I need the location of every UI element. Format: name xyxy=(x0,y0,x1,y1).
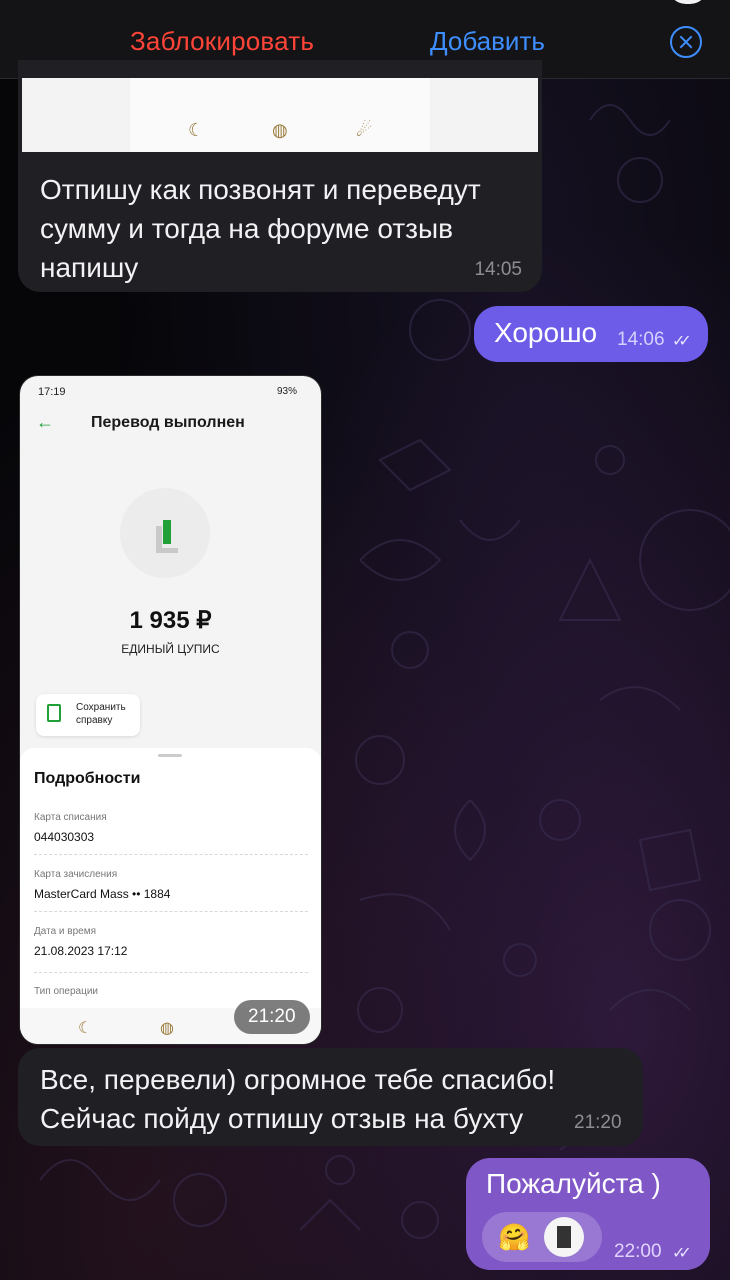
message-text: Отпишу как позвонят и переведут сумму и … xyxy=(40,174,481,283)
message-time: 14:06 xyxy=(617,329,665,350)
row-value: MasterCard Mass •• 1884 xyxy=(34,887,171,901)
comet-icon: ☄ xyxy=(356,120,373,140)
block-button[interactable]: Заблокировать xyxy=(130,26,314,57)
transfer-amount: 1 935 ₽ xyxy=(129,607,212,634)
status-indicator xyxy=(668,0,708,4)
close-icon[interactable] xyxy=(670,26,702,58)
outgoing-message[interactable]: Хорошо 14:06 ✓✓ xyxy=(474,306,708,362)
avatar xyxy=(544,1217,584,1257)
message-text: Пожалуйста ) xyxy=(486,1168,661,1199)
message-time: 21:20 xyxy=(574,1112,622,1133)
save-receipt-card: Сохранить справку xyxy=(36,694,140,736)
moon-icon: ☾ xyxy=(78,1020,93,1037)
details-sheet: Подробности Карта списания 044030303 Кар… xyxy=(20,748,321,1008)
row-label: Тип операции xyxy=(34,986,99,997)
row-label: Карта списания xyxy=(34,812,107,823)
row-label: Карта зачисления xyxy=(34,869,118,880)
message-time-pill: 21:20 xyxy=(234,1000,310,1034)
row-label: Дата и время xyxy=(34,926,97,937)
bank-logo-mark xyxy=(156,548,178,553)
planet-icon: ◍ xyxy=(160,1020,174,1037)
message-text: Все, перевели) огромное тебе спасибо! Се… xyxy=(40,1064,556,1134)
document-icon xyxy=(47,704,61,722)
image-preview[interactable]: ☾ ◍ ☄ xyxy=(22,78,538,152)
sheet-grabber xyxy=(158,754,182,757)
incoming-message[interactable]: Все, перевели) огромное тебе спасибо! Се… xyxy=(18,1048,643,1146)
details-row: Карта списания 044030303 xyxy=(34,812,308,855)
read-checkmarks-icon: ✓✓ xyxy=(672,333,692,350)
back-arrow-icon: ← xyxy=(36,412,54,432)
status-time: 17:19 xyxy=(38,386,66,398)
hugging-face-icon: 🤗 xyxy=(498,1222,531,1252)
image-message[interactable]: 17:19 93% ← Перевод выполнен 1 935 ₽ ЕДИ… xyxy=(20,376,321,1044)
details-row: Дата и время 21.08.2023 17:12 xyxy=(34,926,308,973)
moon-icon: ☾ xyxy=(188,120,205,140)
details-title: Подробности xyxy=(34,770,141,787)
message-time: 14:05 xyxy=(474,259,522,280)
row-value: 044030303 xyxy=(34,830,95,844)
message-text: Хорошо xyxy=(494,317,598,348)
message-time: 21:20 xyxy=(248,1006,296,1027)
bank-logo-mark xyxy=(163,520,171,544)
reaction-pill[interactable]: 🤗 xyxy=(482,1212,602,1262)
row-value: 21.08.2023 17:12 xyxy=(34,944,128,958)
save-receipt-label: Сохранить справку xyxy=(76,702,126,726)
read-checkmarks-icon: ✓✓ xyxy=(672,1245,692,1262)
outgoing-message[interactable]: Пожалуйста ) 🤗 22:00 ✓✓ xyxy=(466,1158,710,1270)
battery-level: 93% xyxy=(276,386,297,397)
transfer-recipient: ЕДИНЫЙ ЦУПИС xyxy=(121,642,220,656)
message-time: 22:00 xyxy=(614,1241,662,1262)
avatar-image xyxy=(557,1226,571,1248)
add-contact-button[interactable]: Добавить xyxy=(430,26,545,57)
screen-title: Перевод выполнен xyxy=(91,414,245,431)
incoming-message[interactable]: ☾ ◍ ☄ Отпишу как позвонят и переведут су… xyxy=(18,60,542,292)
details-row: Карта зачисления MasterCard Mass •• 1884 xyxy=(34,869,308,912)
planet-icon: ◍ xyxy=(272,120,288,140)
